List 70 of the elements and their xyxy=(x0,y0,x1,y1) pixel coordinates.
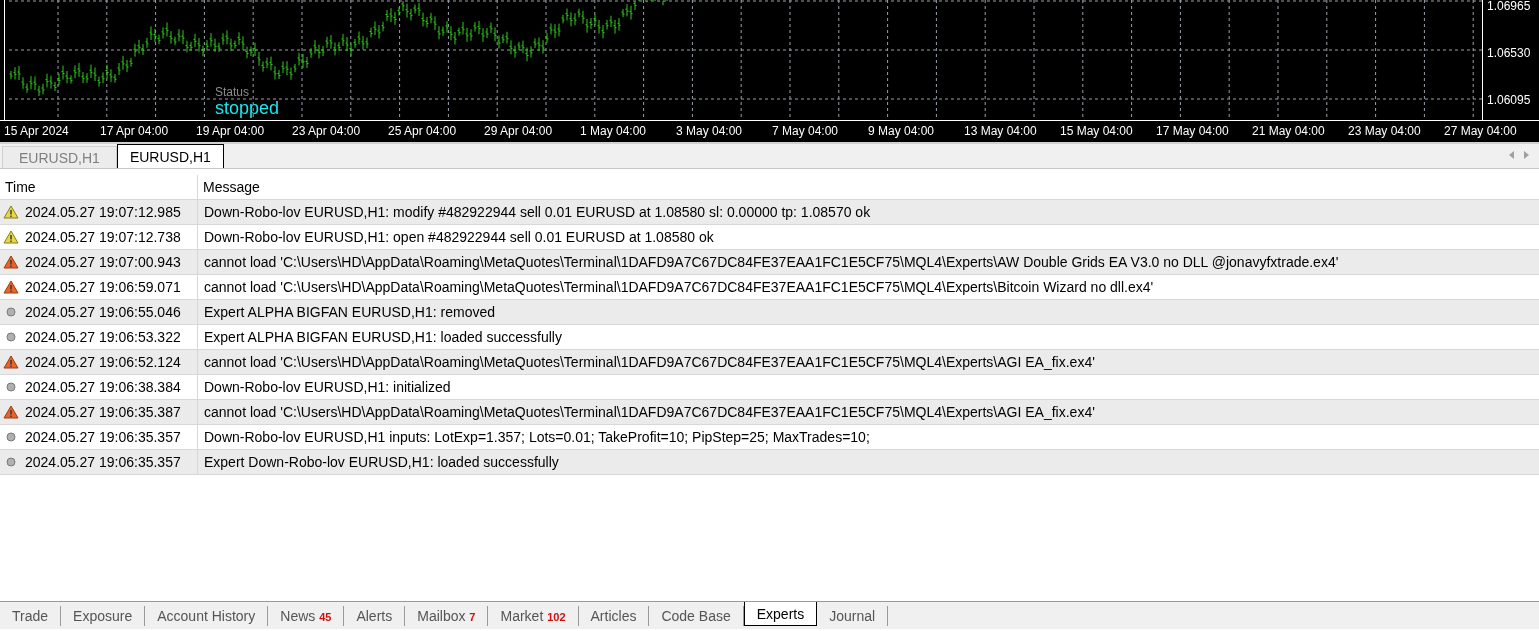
scroll-right-icon[interactable] xyxy=(1524,151,1529,159)
log-time: 2024.05.27 19:06:35.357 xyxy=(25,429,181,445)
time-axis-label: 29 Apr 04:00 xyxy=(484,124,553,138)
log-time: 2024.05.27 19:06:35.387 xyxy=(25,404,181,420)
log-time: 2024.05.27 19:06:59.071 xyxy=(25,279,181,295)
log-time: 2024.05.27 19:06:38.384 xyxy=(25,379,181,395)
log-message: Down-Robo-lov EURUSD,H1 inputs: LotExp=1.357; Lots=0.01; TakeProfit=10; PipStep=25; MaxTrades=10; xyxy=(203,429,870,445)
log-message: Expert Down-Robo-lov EURUSD,H1: loaded successfully xyxy=(203,454,559,470)
log-time: 2024.05.27 19:07:12.738 xyxy=(25,229,181,245)
log-message: Expert ALPHA BIGFAN EURUSD,H1: loaded successfully xyxy=(203,329,562,345)
time-axis-label: 27 May 04:00 xyxy=(1444,124,1517,138)
time-axis-label: 21 May 04:00 xyxy=(1252,124,1325,138)
log-message: Down-Robo-lov EURUSD,H1: initialized xyxy=(203,379,451,395)
time-axis-label: 15 Apr 2024 xyxy=(4,124,69,138)
log-time: 2024.05.27 19:06:53.322 xyxy=(25,329,181,345)
dot-icon xyxy=(3,380,19,394)
scroll-left-icon[interactable] xyxy=(1509,151,1514,159)
column-header[interactable]: Message xyxy=(198,175,1539,199)
warning-icon xyxy=(3,205,19,219)
time-axis-label: 23 May 04:00 xyxy=(1348,124,1421,138)
terminal-tab[interactable]: News 45 xyxy=(268,606,345,626)
warning-icon xyxy=(3,255,19,269)
time-axis-label: 19 Apr 04:00 xyxy=(196,124,265,138)
log-message: Expert ALPHA BIGFAN EURUSD,H1: removed xyxy=(203,304,495,320)
log-message: Down-Robo-lov EURUSD,H1: open #482922944 sell 0.01 EURUSD at 1.08580 ok xyxy=(203,229,714,245)
terminal-tab[interactable]: Articles xyxy=(578,606,650,626)
log-message: cannot load 'C:\Users\HD\AppData\Roaming\MetaQuotes\Terminal\1DAFD9A7C67DC84FE37EAA1FC1E5CF75\MQL4\Experts\AGI EA_fix.ex4' xyxy=(203,354,1095,370)
time-axis-label: 15 May 04:00 xyxy=(1060,124,1133,138)
terminal-tab[interactable]: Trade xyxy=(0,606,62,626)
dot-icon xyxy=(3,330,19,344)
log-time: 2024.05.27 19:06:55.046 xyxy=(25,304,181,320)
time-axis-label: 25 Apr 04:00 xyxy=(388,124,457,138)
price-axis-label: 1.06965 xyxy=(1487,0,1532,12)
time-axis-label: 17 Apr 04:00 xyxy=(100,124,169,138)
log-message: cannot load 'C:\Users\HD\AppData\Roaming\MetaQuotes\Terminal\1DAFD9A7C67DC84FE37EAA1FC1E5CF75\MQL4\Experts\AGI EA_fix.ex4' xyxy=(203,404,1095,420)
terminal-tab[interactable]: Market 102 xyxy=(488,606,579,626)
time-axis-label: 1 May 04:00 xyxy=(580,124,647,138)
log-time: 2024.05.27 19:07:12.985 xyxy=(25,204,181,220)
log-time: 2024.05.27 19:06:52.124 xyxy=(25,354,181,370)
status-value: stopped xyxy=(215,99,280,118)
terminal-tab[interactable]: Experts xyxy=(743,602,818,626)
status-label: Status xyxy=(215,86,251,99)
warning-icon xyxy=(3,230,19,244)
log-message: cannot load 'C:\Users\HD\AppData\Roaming\MetaQuotes\Terminal\1DAFD9A7C67DC84FE37EAA1FC1E5CF75\MQL4\Experts\Bitcoin Wizard no dll.ex4' xyxy=(203,279,1154,295)
log-message: cannot load 'C:\Users\HD\AppData\Roaming\MetaQuotes\Terminal\1DAFD9A7C67DC84FE37EAA1FC1E5CF75\MQL4\Experts\AW Double Grids EA V3.0 no DLL @jonavyfxtrade.ex4' xyxy=(203,254,1339,270)
warning-icon xyxy=(3,405,19,419)
dot-icon xyxy=(3,305,19,319)
log-time: 2024.05.27 19:06:35.357 xyxy=(25,454,181,470)
warning-icon xyxy=(3,355,19,369)
time-axis-label: 17 May 04:00 xyxy=(1156,124,1229,138)
price-axis-label: 1.06530 xyxy=(1487,47,1532,59)
terminal-tab[interactable]: Mailbox 7 xyxy=(405,606,489,626)
time-axis-label: 3 May 04:00 xyxy=(676,124,743,138)
terminal-tab[interactable]: Exposure xyxy=(61,606,146,626)
time-axis-label: 9 May 04:00 xyxy=(868,124,935,138)
terminal-tab[interactable]: Alerts xyxy=(344,606,406,626)
log-message: Down-Robo-lov EURUSD,H1: modify #482922944 sell 0.01 EURUSD at 1.08580 sl: 0.00000 tp: 1.08570 ok xyxy=(203,204,871,220)
chart-tab[interactable]: EURUSD,H1 xyxy=(116,144,224,168)
dot-icon xyxy=(3,430,19,444)
time-axis-label: 13 May 04:00 xyxy=(964,124,1037,138)
warning-icon xyxy=(3,280,19,294)
log-time: 2024.05.27 19:07:00.943 xyxy=(25,254,181,270)
time-axis-label: 7 May 04:00 xyxy=(772,124,839,138)
terminal-tab[interactable]: Journal xyxy=(817,606,889,626)
terminal-tab[interactable]: Account History xyxy=(145,606,269,626)
terminal-tab[interactable]: Code Base xyxy=(649,606,744,626)
time-axis-label: 23 Apr 04:00 xyxy=(292,124,361,138)
price-axis-label: 1.06095 xyxy=(1487,94,1532,106)
dot-icon xyxy=(3,455,19,469)
column-header[interactable]: Time xyxy=(0,175,198,199)
